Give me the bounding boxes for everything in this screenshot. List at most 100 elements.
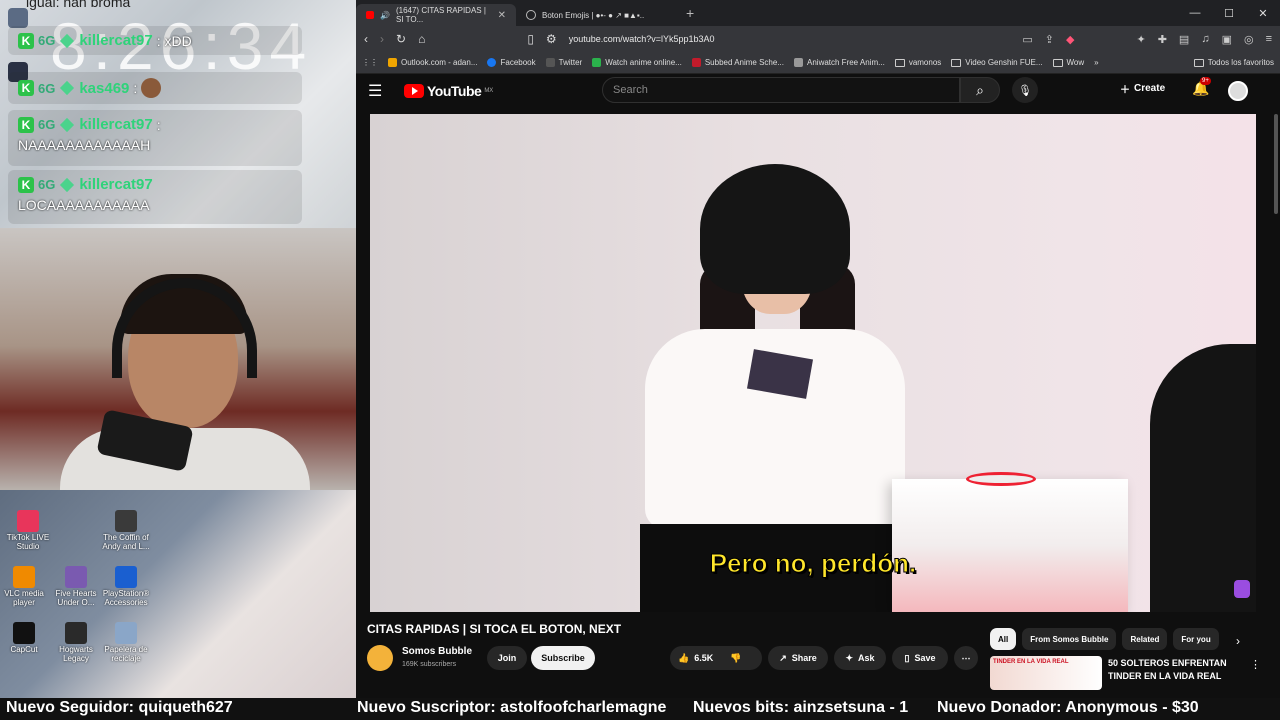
extension-icon[interactable]: ✦ <box>1136 33 1145 46</box>
like-button[interactable]: 👍 6.5K <box>678 653 713 664</box>
vpn-icon[interactable]: ◎ <box>1244 33 1254 46</box>
share-button[interactable]: ↗ Share <box>768 646 828 670</box>
aniwatch-icon <box>794 58 803 67</box>
ticker-bits: Nuevos bits: ainzsetsuna - 1 <box>693 699 909 716</box>
hamburger-menu-icon[interactable]: ☰ <box>368 81 392 101</box>
vlc-icon <box>13 566 35 588</box>
close-window-icon[interactable]: ✕ <box>1246 0 1280 26</box>
bookmark-aniwatch[interactable]: Aniwatch Free Anim... <box>794 58 885 67</box>
desktop-icon-vlc[interactable]: VLC media player <box>0 566 52 608</box>
chip-from-channel[interactable]: From Somos Bubble <box>1022 628 1117 650</box>
tab-emojis[interactable]: Boton Emojis | ●•- ● ↗ ■▲▪.. <box>516 4 676 26</box>
share-icon[interactable]: ⇪ <box>1045 33 1054 46</box>
all-bookmarks-folder[interactable]: Todos los favoritos <box>1193 58 1274 67</box>
puzzle-icon[interactable]: ✚ <box>1158 33 1167 46</box>
chat-text: LOCAAAAAAAAAAA <box>18 197 150 213</box>
avatar[interactable] <box>1228 81 1248 101</box>
channel-watermark-icon[interactable] <box>1234 580 1250 598</box>
bookmark-folder-genshin[interactable]: Video Genshin FUE... <box>951 58 1043 67</box>
youtube-favicon-icon <box>366 11 374 19</box>
join-button[interactable]: Join <box>487 646 527 670</box>
game-icon <box>65 566 87 588</box>
game-icon <box>115 510 137 532</box>
bookmark-twitter[interactable]: Twitter <box>545 58 582 67</box>
tab-title: (1647) CITAS RAPIDAS | SI TO... <box>395 6 486 24</box>
folder-icon <box>894 58 905 67</box>
create-button[interactable]: ＋ Create <box>1120 81 1165 96</box>
chat-message: K 6G kas469 : <box>8 72 302 104</box>
desktop-icon-capcut[interactable]: CapCut <box>0 622 52 655</box>
back-icon[interactable]: ‹ <box>364 32 368 46</box>
chip-for-you[interactable]: For you <box>1173 628 1219 650</box>
recommended-title[interactable]: 50 SOLTEROS ENFRENTAN TINDER EN LA VIDA … <box>1108 657 1234 682</box>
bookmark-outlook[interactable]: Outlook.com - adan... <box>388 58 477 67</box>
recommended-thumbnail[interactable]: TINDER EN LA VIDA REAL <box>990 656 1102 690</box>
search-input[interactable]: Search <box>602 77 960 103</box>
cast-icon[interactable]: ▭ <box>1022 33 1032 46</box>
notifications-button[interactable]: 🔔 9+ <box>1192 77 1211 97</box>
page-scrollbar[interactable] <box>1274 114 1278 214</box>
close-tab-icon[interactable]: ✕ <box>498 10 506 21</box>
chat-username: killercat97 <box>79 176 153 193</box>
anime-schedule-icon <box>691 58 701 67</box>
diamond-badge-icon <box>60 177 75 192</box>
bookmark-subbed-anime[interactable]: Subbed Anime Sche... <box>691 58 784 67</box>
bookmark-watch-anime[interactable]: Watch anime online... <box>592 58 682 67</box>
desktop-icon-five-hearts[interactable]: Five Hearts Under O... <box>48 566 104 608</box>
window-controls: — ☐ ✕ <box>1178 0 1280 26</box>
save-button[interactable]: ▯ Save <box>892 646 948 670</box>
chat-username: kas469 <box>79 79 130 97</box>
tiktok-icon <box>17 510 39 532</box>
stream-overlay: 8:26:34 igual: nah broma K 6G killercat9… <box>0 0 356 698</box>
subscribe-button[interactable]: Subscribe <box>531 646 595 670</box>
bookmark-folder-vamonos[interactable]: vamonos <box>894 58 941 67</box>
chevron-right-icon[interactable]: » <box>1094 58 1098 67</box>
bookmark-icon[interactable]: ▯ <box>527 32 534 46</box>
forward-icon[interactable]: › <box>380 32 384 46</box>
chip-all[interactable]: All <box>990 628 1017 650</box>
channel-avatar[interactable] <box>367 645 393 671</box>
desktop-icon-hogwarts[interactable]: Hogwarts Legacy <box>48 622 104 664</box>
recommended-menu-icon[interactable]: ⋮ <box>1250 658 1261 671</box>
x-icon <box>545 58 555 67</box>
ticker-donor: Nuevo Donador: Anonymous - $30 <box>937 699 1199 716</box>
recycle-bin-icon <box>115 622 137 644</box>
voice-search-button[interactable]: 🎙 <box>1012 77 1038 103</box>
chat-message-partial: igual: nah broma <box>26 0 131 10</box>
bookmark-folder-wow[interactable]: Wow <box>1052 58 1084 67</box>
desktop-icon-recycle-bin[interactable]: Papelera de reciclaje <box>98 622 154 664</box>
home-icon[interactable]: ⌂ <box>418 32 425 46</box>
music-icon[interactable]: ♫ <box>1201 33 1209 46</box>
kick-badge-icon: K <box>18 32 34 49</box>
tab-youtube[interactable]: 🔊 (1647) CITAS RAPIDAS | SI TO... ✕ <box>356 4 516 26</box>
search-button[interactable]: ⌕ <box>960 77 1000 103</box>
sidebar-icon[interactable]: ▤ <box>1179 33 1189 46</box>
dislike-button[interactable]: 👎 <box>730 653 741 664</box>
desktop-icon-coffin[interactable]: The Coffin of Andy and L... <box>98 510 154 552</box>
chip-related[interactable]: Related <box>1122 628 1168 650</box>
more-actions-button[interactable]: ⋯ <box>954 646 978 670</box>
wallet-icon[interactable]: ▣ <box>1222 33 1232 46</box>
ask-button[interactable]: ✦ Ask <box>834 646 886 670</box>
notification-count: 9+ <box>1200 77 1211 85</box>
brave-shield-icon[interactable]: ◆ <box>1066 33 1074 46</box>
site-info-icon[interactable]: ⚙ <box>546 32 557 46</box>
share-icon: ↗ <box>779 652 787 663</box>
video-player[interactable]: Pero no, perdón. <box>370 114 1256 612</box>
video-red-button <box>966 472 1036 486</box>
new-tab-icon[interactable]: + <box>686 5 694 21</box>
youtube-logo[interactable]: YouTube MX <box>404 83 493 99</box>
maximize-icon[interactable]: ☐ <box>1212 0 1246 26</box>
desktop-icon-playstation[interactable]: PlayStation® Accessories <box>98 566 154 608</box>
chips-next-icon[interactable]: › <box>1236 634 1240 648</box>
url-field[interactable]: youtube.com/watch?v=lYk5pp1b3A0 <box>569 34 715 44</box>
minimize-icon[interactable]: — <box>1178 0 1212 26</box>
channel-name[interactable]: Somos Bubble <box>402 646 472 657</box>
reload-icon[interactable]: ↻ <box>396 32 406 46</box>
desktop-icon-tiktok[interactable]: TikTok LIVE Studio <box>0 510 56 552</box>
more-icon: ⋯ <box>961 652 971 663</box>
menu-icon[interactable]: ≡ <box>1266 33 1272 46</box>
tab-bar: 🔊 (1647) CITAS RAPIDAS | SI TO... ✕ Boto… <box>356 0 1280 26</box>
bookmark-facebook[interactable]: Facebook <box>487 58 536 67</box>
apps-icon[interactable]: ⋮⋮ <box>362 58 378 67</box>
